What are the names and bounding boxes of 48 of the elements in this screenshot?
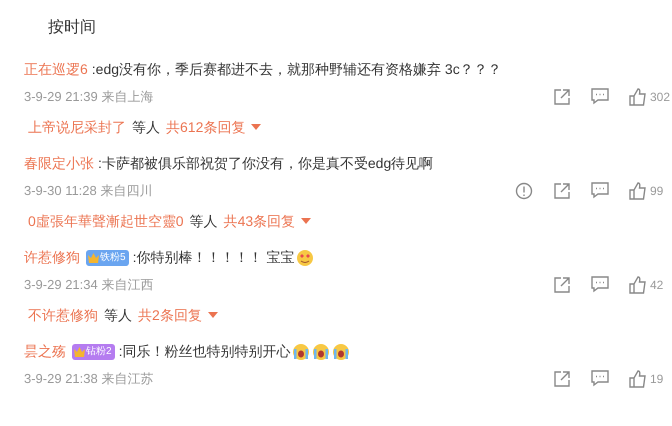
- share-icon[interactable]: [553, 88, 571, 106]
- caret-icon: [301, 218, 312, 224]
- emoji-icon: [296, 248, 314, 266]
- warning-icon[interactable]: [515, 182, 533, 200]
- username-link[interactable]: 春限定小张: [24, 153, 94, 174]
- comment-icon[interactable]: [591, 276, 609, 293]
- sort-label[interactable]: 按时间: [48, 16, 96, 40]
- share-icon[interactable]: [553, 182, 571, 200]
- reply-suffix: 等人: [132, 118, 160, 136]
- share-icon[interactable]: [553, 370, 571, 388]
- username-link[interactable]: 昙之殇: [24, 341, 66, 362]
- comment-icon[interactable]: [591, 370, 609, 387]
- username-link[interactable]: 许惹修狗: [24, 247, 80, 268]
- comment-text: :edg没有你，季后赛都进不去，就那种野辅还有资格嫌弃 3c？？？: [92, 60, 502, 79]
- fan-badge: 钻粉2: [72, 344, 115, 360]
- fan-badge: 铁粉5: [86, 250, 129, 266]
- username-link[interactable]: 不许惹修狗: [28, 304, 98, 326]
- reply-suffix: 等人: [190, 212, 218, 230]
- replies-link[interactable]: 共43条回复: [224, 210, 312, 232]
- comment-meta: 3-9-30 11:28 来自四川: [24, 182, 152, 200]
- comment-icon[interactable]: [591, 88, 609, 105]
- emoji-icon: [292, 342, 310, 360]
- replies-link[interactable]: 共2条回复: [138, 304, 218, 326]
- thumbs-up-icon[interactable]: [629, 370, 647, 388]
- comment-text: :你特别棒！！！！！ 宝宝: [132, 248, 294, 267]
- like-count: 42: [650, 276, 664, 294]
- like-count: 99: [650, 182, 664, 200]
- comment-meta: 3-9-29 21:38 来自江苏: [24, 370, 154, 388]
- username-link[interactable]: 上帝说尼采封了: [28, 116, 126, 138]
- emoji-icon: [312, 342, 330, 360]
- share-icon[interactable]: [553, 276, 571, 294]
- caret-icon: [251, 124, 262, 130]
- like-count: 302: [650, 88, 672, 106]
- replies-link[interactable]: 共612条回复: [166, 116, 262, 138]
- comment-text: :卡萨都被俱乐部祝贺了你没有，你是真不受edg待见啊: [98, 154, 434, 173]
- comment-icon[interactable]: [591, 182, 609, 199]
- comment-meta: 3-9-29 21:39 来自上海: [24, 88, 154, 106]
- username-link[interactable]: 正在巡逻6: [24, 59, 88, 80]
- comment-text: :同乐！粉丝也特别特别开心: [118, 342, 290, 361]
- reply-suffix: 等人: [104, 306, 132, 324]
- thumbs-up-icon[interactable]: [629, 182, 647, 200]
- thumbs-up-icon[interactable]: [629, 88, 647, 106]
- comment-meta: 3-9-29 21:34 来自江西: [24, 276, 154, 294]
- emoji-icon: [332, 342, 350, 360]
- thumbs-up-icon[interactable]: [629, 276, 647, 294]
- caret-icon: [208, 312, 218, 318]
- like-count: 19: [650, 370, 664, 388]
- username-link[interactable]: 0虛張年華聲漸起世空靈0: [28, 210, 184, 232]
